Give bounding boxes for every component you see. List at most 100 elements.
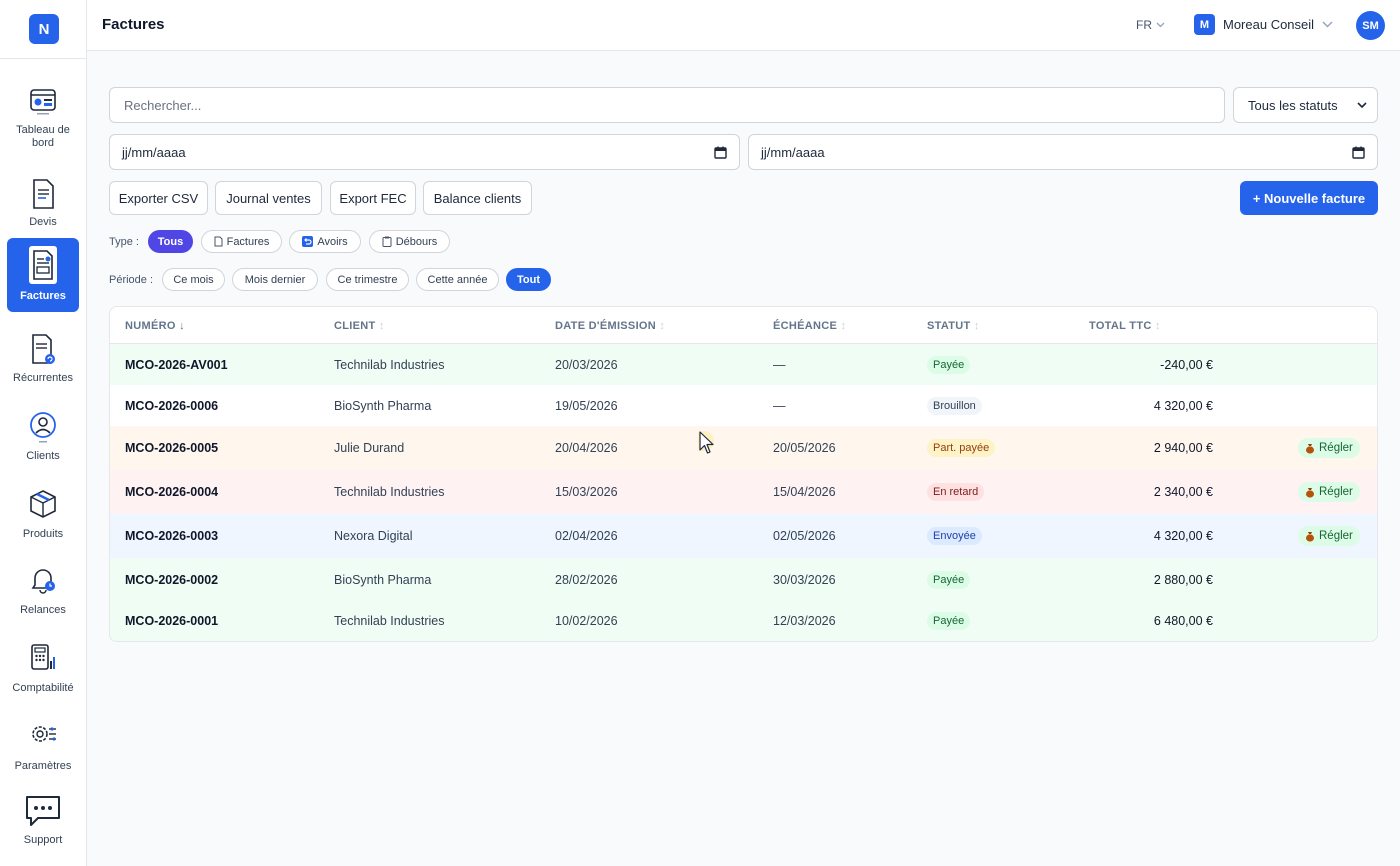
table-row[interactable]: MCO-2026-0004 Technilab Industries 15/03… <box>110 470 1377 514</box>
sidebar-item-comptabilite[interactable]: Comptabilité <box>7 636 79 700</box>
type-chip-debours[interactable]: Débours <box>369 230 450 253</box>
org-name: Moreau Conseil <box>1223 17 1315 32</box>
chat-bubble-icon <box>24 794 62 828</box>
invoice-number[interactable]: MCO-2026-0003 <box>125 529 218 543</box>
search-input[interactable] <box>109 87 1225 123</box>
client-name: Nexora Digital <box>334 529 413 543</box>
date-to-input[interactable]: jj/mm/aaaa <box>748 134 1378 170</box>
settle-label: Régler <box>1319 530 1353 542</box>
dashboard-icon <box>28 86 58 118</box>
due-date: 30/03/2026 <box>773 573 836 587</box>
sidebar-item-label: Clients <box>26 450 60 462</box>
type-chip-avoirs[interactable]: Avoirs <box>289 230 361 253</box>
sort-icon: ↕ <box>840 320 847 332</box>
sidebar-item-factures[interactable]: Factures <box>7 238 79 312</box>
invoice-number[interactable]: MCO-2026-AV001 <box>125 358 228 372</box>
balance-clients-button[interactable]: Balance clients <box>423 181 532 215</box>
calendar-icon[interactable] <box>714 146 727 159</box>
invoice-number[interactable]: MCO-2026-0005 <box>125 441 218 455</box>
quote-document-icon <box>28 178 58 210</box>
table-row[interactable]: MCO-2026-0005 Julie Durand 20/04/2026 20… <box>110 426 1377 470</box>
period-filter-label: Période : <box>109 274 154 286</box>
language-selector[interactable]: FR <box>1136 18 1165 32</box>
type-filter-label: Type : <box>109 236 139 248</box>
sidebar-item-recurrentes[interactable]: Récurrentes <box>7 326 79 390</box>
column-header-total[interactable]: TOTAL TTC ↕ <box>1089 320 1161 332</box>
organization-switcher[interactable]: M Moreau Conseil <box>1194 14 1333 35</box>
sidebar-item-label: Paramètres <box>14 760 72 772</box>
column-header-date[interactable]: DATE D'ÉMISSION ↕ <box>555 320 665 332</box>
invoice-number[interactable]: MCO-2026-0001 <box>125 614 218 628</box>
chip-label: Cette année <box>427 273 488 286</box>
calculator-icon <box>28 644 58 676</box>
sidebar-item-dashboard[interactable]: Tableau de bord <box>7 78 79 156</box>
status-select[interactable]: Tous les statuts <box>1233 87 1378 123</box>
period-chip-tout[interactable]: Tout <box>506 268 551 291</box>
sidebar-item-label: Tableau de bord <box>16 124 70 149</box>
chip-label: Avoirs <box>317 235 348 248</box>
journal-ventes-button[interactable]: Journal ventes <box>215 181 322 215</box>
top-header: Factures FR M Moreau Conseil SM <box>87 0 1400 51</box>
recurring-invoice-icon <box>28 334 58 366</box>
settle-button[interactable]: Régler <box>1298 526 1360 546</box>
period-chip-ce-trimestre[interactable]: Ce trimestre <box>326 268 409 291</box>
period-chip-ce-mois[interactable]: Ce mois <box>162 268 225 291</box>
export-csv-button[interactable]: Exporter CSV <box>109 181 208 215</box>
invoice-number[interactable]: MCO-2026-0004 <box>125 485 218 499</box>
due-date: — <box>773 399 786 413</box>
type-chip-factures[interactable]: Factures <box>201 230 282 253</box>
type-chip-tous[interactable]: Tous <box>148 230 193 253</box>
status-badge: Payée <box>927 612 971 630</box>
sidebar-item-devis[interactable]: Devis <box>7 170 79 234</box>
chevron-down-icon <box>1322 21 1333 28</box>
total-amount: 2 340,00 € <box>1153 485 1213 499</box>
column-label: NUMÉRO <box>125 320 176 332</box>
sidebar-item-support[interactable]: Support <box>7 790 79 848</box>
table-header: NUMÉRO ↓ CLIENT ↕ DATE D'ÉMISSION ↕ ÉCHÉ… <box>110 307 1377 344</box>
total-amount: 2 940,00 € <box>1153 441 1213 455</box>
table-row[interactable]: MCO-2026-0001 Technilab Industries 10/02… <box>110 600 1377 641</box>
sidebar-item-clients[interactable]: Clients <box>7 404 79 468</box>
money-bag-icon <box>1306 531 1314 542</box>
invoice-number[interactable]: MCO-2026-0002 <box>125 573 218 587</box>
chip-label: Ce mois <box>173 273 214 286</box>
sidebar-item-produits[interactable]: Produits <box>7 482 79 546</box>
settings-gear-icon <box>28 722 58 754</box>
client-name: BioSynth Pharma <box>334 399 432 413</box>
due-date: 15/04/2026 <box>773 485 836 499</box>
sidebar-item-relances[interactable]: Relances <box>7 558 79 622</box>
date-from-input[interactable]: jj/mm/aaaa <box>109 134 740 170</box>
invoice-icon <box>29 246 57 284</box>
invoice-number[interactable]: MCO-2026-0006 <box>125 399 218 413</box>
table-row[interactable]: MCO-2026-0002 BioSynth Pharma 28/02/2026… <box>110 558 1377 600</box>
sidebar-item-label: Récurrentes <box>13 372 73 384</box>
period-chip-mois-dernier[interactable]: Mois dernier <box>232 268 318 291</box>
status-badge: Payée <box>927 356 971 374</box>
column-header-client[interactable]: CLIENT ↕ <box>334 320 385 332</box>
period-chip-cette-annee[interactable]: Cette année <box>416 268 499 291</box>
client-icon <box>28 412 58 444</box>
settle-label: Régler <box>1319 486 1353 498</box>
table-row[interactable]: MCO-2026-0006 BioSynth Pharma 19/05/2026… <box>110 385 1377 426</box>
export-fec-button[interactable]: Export FEC <box>330 181 416 215</box>
settle-button[interactable]: Régler <box>1298 482 1360 502</box>
total-amount: 6 480,00 € <box>1153 614 1213 628</box>
new-invoice-button[interactable]: + Nouvelle facture <box>1240 181 1378 215</box>
app-logo[interactable]: N <box>29 14 59 44</box>
column-label: ÉCHÉANCE <box>773 320 838 332</box>
chevron-down-icon <box>1156 22 1165 28</box>
chip-label: Débours <box>395 235 438 248</box>
status-badge: Part. payée <box>927 439 996 457</box>
status-badge: Payée <box>927 571 971 589</box>
user-avatar[interactable]: SM <box>1356 11 1385 40</box>
chip-label: Tout <box>516 273 540 286</box>
table-row[interactable]: MCO-2026-0003 Nexora Digital 02/04/2026 … <box>110 514 1377 558</box>
sidebar-item-parametres[interactable]: Paramètres <box>7 714 79 778</box>
column-header-numero[interactable]: NUMÉRO ↓ <box>125 320 185 332</box>
calendar-icon[interactable] <box>1352 146 1365 159</box>
column-header-echeance[interactable]: ÉCHÉANCE ↕ <box>773 320 846 332</box>
sidebar-item-label: Comptabilité <box>12 682 74 694</box>
settle-button[interactable]: Régler <box>1298 438 1360 458</box>
table-row[interactable]: MCO-2026-AV001 Technilab Industries 20/0… <box>110 344 1377 385</box>
column-header-statut[interactable]: STATUT ↕ <box>927 320 980 332</box>
